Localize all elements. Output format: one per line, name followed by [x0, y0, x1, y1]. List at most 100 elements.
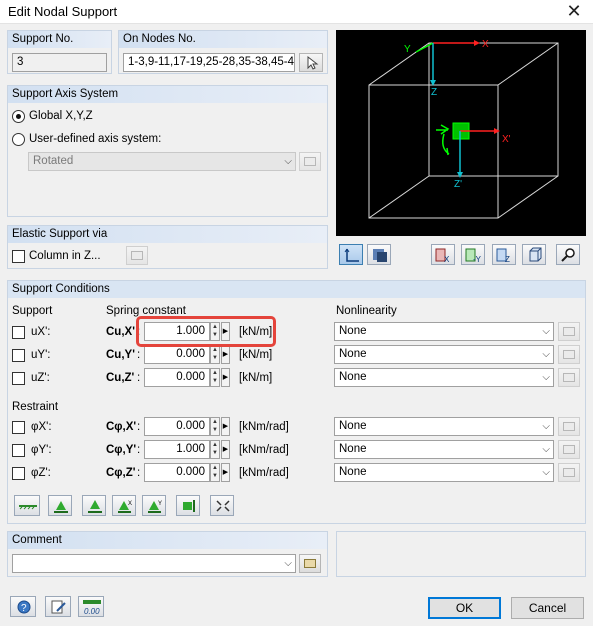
cphiy-arrow-button[interactable]: ▶ [221, 440, 230, 459]
on-nodes-field[interactable]: 1-3,9-11,17-19,25-28,35-38,45-4 [123, 53, 295, 72]
uz-checkbox[interactable] [12, 372, 25, 385]
view-z-button[interactable]: Z [492, 244, 516, 265]
nonlinearity-select-ux[interactable]: None ⌵ [334, 322, 554, 341]
column-in-z-checkbox[interactable] [12, 250, 25, 263]
cursor-pick-icon [307, 55, 319, 70]
preset-hinged-button[interactable] [48, 495, 72, 516]
cuz-spinner[interactable]: ▲ ▼ [210, 368, 220, 387]
nonlinearity-edit-ux[interactable] [558, 322, 580, 341]
user-axis-radio[interactable] [12, 133, 25, 146]
spin-down-icon: ▼ [212, 355, 218, 361]
spin-down-icon: ▼ [212, 427, 218, 433]
view-neg-y-button[interactable]: -Y [461, 244, 485, 265]
cphix-spinner[interactable]: ▲ ▼ [210, 417, 220, 436]
zoom-button[interactable] [556, 244, 580, 265]
y-axis-top-label: Y [404, 44, 411, 55]
cphix-unit: [kNm/rad] [239, 421, 289, 433]
ux-label: uX': [31, 326, 51, 338]
chevron-down-icon: ⌵ [542, 326, 550, 337]
release-icon [216, 500, 230, 512]
edit-dialog-icon [563, 445, 575, 454]
cuz-arrow-button[interactable]: ▶ [221, 368, 230, 387]
phiz-checkbox[interactable] [12, 467, 25, 480]
cphiz-input[interactable]: 0.000 [144, 463, 210, 482]
comment-group: Comment ⌵ [7, 531, 328, 577]
support-spring-icon [436, 124, 450, 135]
view-axes-button[interactable] [339, 244, 363, 265]
svg-text:X: X [128, 501, 132, 507]
svg-text:?: ? [21, 603, 27, 614]
support-rotation-icon [442, 133, 450, 156]
cphiz-spinner[interactable]: ▲ ▼ [210, 463, 220, 482]
cuy-spinner[interactable]: ▲ ▼ [210, 345, 220, 364]
cuy-arrow-button[interactable]: ▶ [221, 345, 230, 364]
help-button[interactable]: ? [10, 596, 36, 617]
view-z-icon: Z [496, 248, 510, 263]
comment-library-button[interactable] [299, 554, 321, 573]
nonlinearity-select-phiy[interactable]: None ⌵ [334, 440, 554, 459]
magnifier-icon [561, 248, 575, 262]
uy-checkbox[interactable] [12, 349, 25, 362]
axes-icon [344, 248, 359, 262]
ux-checkbox[interactable] [12, 326, 25, 339]
nonlinearity-edit-uz[interactable] [558, 368, 580, 387]
phiy-checkbox[interactable] [12, 444, 25, 457]
support-no-field[interactable]: 3 [12, 53, 107, 72]
nonlinearity-select-uz[interactable]: None ⌵ [334, 368, 554, 387]
cphix-input[interactable]: 0.000 [144, 417, 210, 436]
close-icon[interactable]: ✕ [565, 1, 583, 21]
nonlinearity-select-phix[interactable]: None ⌵ [334, 417, 554, 436]
view-x-button[interactable]: X [431, 244, 455, 265]
cuz-input[interactable]: 0.000 [144, 368, 210, 387]
support-conditions-group: Support Conditions Support Spring consta… [7, 280, 586, 524]
cancel-button[interactable]: Cancel [511, 597, 584, 619]
chevron-down-icon: ⌵ [284, 156, 292, 167]
svg-text:X: X [444, 255, 450, 263]
cphiz-colon: : [137, 467, 141, 479]
slide-y-icon: Y [148, 501, 162, 513]
pick-nodes-button[interactable] [299, 53, 323, 72]
preset-hinged-2-button[interactable] [82, 495, 106, 516]
cuz-colon: : [137, 372, 141, 384]
cphix-symbol: Cφ,X' [106, 421, 137, 433]
x-axis-top-label: X [482, 39, 489, 50]
axis-system-select[interactable]: Rotated ⌵ [28, 152, 296, 171]
highlight-frame [136, 316, 276, 347]
axis-system-select-value: Rotated [33, 155, 74, 167]
global-axis-radio[interactable] [12, 110, 25, 123]
units-button[interactable]: 0.00 [78, 596, 104, 617]
nonlinearity-header: Nonlinearity [336, 305, 397, 317]
uz-label: uZ': [31, 372, 50, 384]
column-in-z-label: Column in Z... [29, 250, 101, 262]
phix-checkbox[interactable] [12, 421, 25, 434]
cuy-input[interactable]: 0.000 [144, 345, 210, 364]
preset-release-button[interactable] [210, 495, 234, 516]
cphiz-arrow-button[interactable]: ▶ [221, 463, 230, 482]
nonlinearity-edit-phiz[interactable] [558, 463, 580, 482]
edit-comment-button[interactable] [45, 596, 71, 617]
nonlinearity-edit-phiy[interactable] [558, 440, 580, 459]
preset-free-button[interactable] [14, 495, 40, 516]
nonlinearity-select-uy[interactable]: None ⌵ [334, 345, 554, 364]
cphiy-spinner[interactable]: ▲ ▼ [210, 440, 220, 459]
cphix-arrow-button[interactable]: ▶ [221, 417, 230, 436]
support-no-group: Support No. 3 [7, 30, 112, 74]
spin-up-icon: ▲ [212, 419, 218, 425]
nonlinearity-edit-uy[interactable] [558, 345, 580, 364]
ok-button[interactable]: OK [428, 597, 501, 619]
nonlinearity-edit-phix[interactable] [558, 417, 580, 436]
preset-slide-x-button[interactable]: X [112, 495, 136, 516]
view-iso-button[interactable] [522, 244, 546, 265]
comment-input[interactable]: ⌵ [12, 554, 296, 573]
cphiy-input[interactable]: 1.000 [144, 440, 210, 459]
preset-fixed-button[interactable] [176, 495, 200, 516]
column-edit-button[interactable] [126, 246, 148, 265]
help-icon: ? [17, 600, 31, 614]
preset-slide-y-button[interactable]: Y [142, 495, 166, 516]
nonlinearity-select-phiz[interactable]: None ⌵ [334, 463, 554, 482]
nonlinearity-value: None [339, 348, 367, 360]
view-solid-button[interactable] [367, 244, 391, 265]
spin-up-icon: ▲ [212, 370, 218, 376]
nonlinearity-value: None [339, 420, 367, 432]
axis-system-edit-button[interactable] [299, 152, 321, 171]
